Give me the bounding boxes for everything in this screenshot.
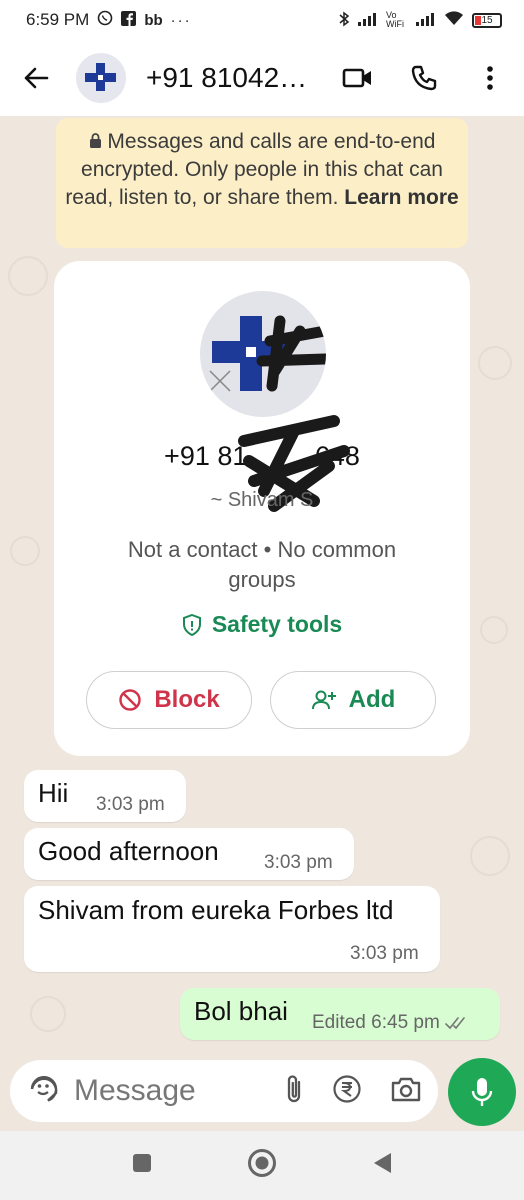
facebook-icon (121, 10, 137, 30)
menu-button[interactable] (474, 62, 506, 94)
wallpaper-doodle (480, 616, 508, 644)
more-vertical-icon (487, 66, 493, 90)
battery-icon: 15 (472, 12, 502, 28)
message-bubble-outgoing[interactable]: Bol bhai Edited 6:45 pm (180, 988, 500, 1040)
payment-rupee-icon[interactable] (332, 1074, 362, 1109)
signal-icon-2 (416, 12, 436, 29)
whatsapp-icon (97, 10, 113, 30)
wallpaper-doodle (10, 536, 40, 566)
video-call-icon (342, 68, 371, 88)
video-call-button[interactable] (342, 62, 374, 94)
shield-icon (182, 613, 201, 636)
avatar-logo-icon (85, 63, 116, 91)
mic-icon (471, 1078, 493, 1106)
status-time: 6:59 PM (26, 10, 90, 29)
lock-icon (89, 130, 108, 153)
home-button[interactable] (247, 1148, 277, 1183)
learn-more-link[interactable]: Learn more (344, 186, 458, 209)
wallpaper-doodle (30, 996, 66, 1032)
encryption-notice[interactable]: Messages and calls are end-to-end encryp… (56, 118, 468, 248)
mic-button[interactable] (448, 1058, 516, 1126)
message-text: Shivam from eureka Forbes ltd (38, 895, 394, 925)
contact-info: Not a contact • No common groups (127, 537, 397, 592)
message-time: 3:03 pm (264, 852, 333, 873)
wallpaper-doodle (8, 256, 48, 296)
bb-icon: bb (144, 11, 163, 29)
wallpaper-doodle (478, 346, 512, 380)
back-nav-button[interactable] (371, 1151, 393, 1180)
add-person-icon (311, 690, 336, 710)
system-nav-bar (0, 1131, 524, 1200)
vowifi-label: Vo WiFi (386, 10, 404, 29)
contact-avatar[interactable] (200, 291, 326, 417)
composer: Message (10, 1060, 438, 1122)
chat-header: +91 81042… (0, 40, 524, 116)
message-bubble[interactable]: Shivam from eureka Forbes ltd 3:03 pm (24, 886, 440, 972)
message-input[interactable]: Message (74, 1074, 284, 1108)
attach-icon[interactable] (284, 1073, 304, 1110)
message-time: 3:03 pm (350, 943, 419, 964)
chat-title[interactable]: +91 81042… (146, 62, 307, 94)
recents-button[interactable] (131, 1152, 153, 1179)
status-bar: 6:59 PM bb ··· Vo WiFi 15 (0, 0, 524, 40)
contact-logo-icon (209, 315, 326, 392)
add-label: Add (348, 686, 396, 713)
message-time: 3:03 pm (96, 794, 165, 815)
double-check-icon (445, 1017, 465, 1030)
circle-icon (248, 1149, 276, 1177)
edited-label: Edited (312, 1012, 366, 1033)
emoji-sticker-icon[interactable] (28, 1073, 60, 1110)
square-icon (133, 1154, 151, 1172)
message-bubble[interactable]: Hii 3:03 pm (24, 770, 186, 822)
camera-icon[interactable] (390, 1075, 422, 1108)
voice-call-button[interactable] (408, 62, 440, 94)
bluetooth-icon (338, 11, 350, 30)
triangle-back-icon (374, 1153, 391, 1173)
safety-tools-link[interactable]: Safety tools (54, 611, 470, 638)
contact-card: +91 81 648 ~ Shivam S Not a contact • No… (54, 261, 470, 756)
phone-icon (411, 65, 437, 91)
block-label: Block (154, 686, 220, 713)
signal-icon (358, 12, 378, 29)
block-icon (119, 689, 142, 711)
safety-tools-label: Safety tools (211, 611, 343, 637)
battery-level: 15 (481, 14, 493, 26)
message-bubble[interactable]: Good afternoon 3:03 pm (24, 828, 354, 880)
arrow-left-icon (24, 67, 49, 89)
wifi-icon (444, 11, 464, 29)
message-text: Hii (38, 778, 69, 808)
avatar[interactable] (76, 53, 126, 103)
wallpaper-doodle (470, 836, 510, 876)
block-button[interactable]: Block (86, 671, 252, 729)
message-text: Good afternoon (38, 836, 219, 866)
message-text: Bol bhai (194, 996, 288, 1026)
message-time: 6:45 pm (371, 1012, 440, 1033)
more-dots-icon: ··· (170, 11, 192, 29)
contact-pushname: ~ Shivam S (210, 489, 314, 511)
message-meta: Edited 6:45 pm (312, 1012, 467, 1034)
back-button[interactable] (18, 60, 54, 96)
add-contact-button[interactable]: Add (270, 671, 436, 729)
chat-area[interactable]: Messages and calls are end-to-end encryp… (0, 116, 524, 1131)
